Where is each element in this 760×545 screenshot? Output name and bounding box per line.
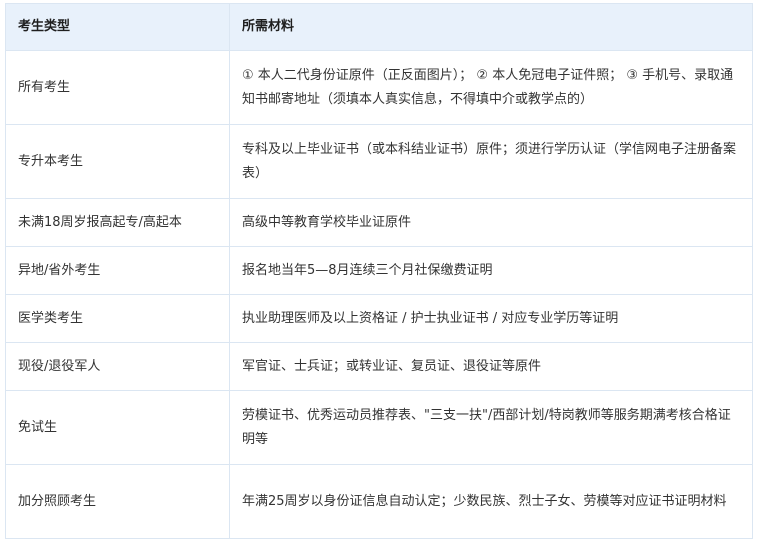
materials-table: 考生类型 所需材料 所有考生 ① 本人二代身份证原件（正反面图片）； ② 本人免… bbox=[5, 3, 753, 539]
candidate-type-cell: 所有考生 bbox=[5, 50, 230, 125]
candidate-type-cell: 专升本考生 bbox=[5, 124, 230, 199]
candidate-type-cell: 现役/退役军人 bbox=[5, 342, 230, 391]
materials-cell: 军官证、士兵证；或转业证、复员证、退役证等原件 bbox=[229, 342, 753, 391]
candidate-type-cell: 医学类考生 bbox=[5, 294, 230, 343]
header-required-materials: 所需材料 bbox=[229, 3, 753, 51]
materials-cell: 执业助理医师及以上资格证 / 护士执业证书 / 对应专业学历等证明 bbox=[229, 294, 753, 343]
materials-cell: ① 本人二代身份证原件（正反面图片）； ② 本人免冠电子证件照； ③ 手机号、录… bbox=[229, 50, 753, 125]
header-candidate-type: 考生类型 bbox=[5, 3, 230, 51]
materials-table-container: 考生类型 所需材料 所有考生 ① 本人二代身份证原件（正反面图片）； ② 本人免… bbox=[5, 3, 753, 539]
materials-cell: 高级中等教育学校毕业证原件 bbox=[229, 198, 753, 247]
table-row: 所有考生 ① 本人二代身份证原件（正反面图片）； ② 本人免冠电子证件照； ③ … bbox=[5, 50, 753, 125]
candidate-type-cell: 异地/省外考生 bbox=[5, 246, 230, 295]
materials-cell: 年满25周岁以身份证信息自动认定；少数民族、烈士子女、劳模等对应证书证明材料 bbox=[229, 464, 753, 539]
candidate-type-cell: 未满18周岁报高起专/高起本 bbox=[5, 198, 230, 247]
table-row: 现役/退役军人 军官证、士兵证；或转业证、复员证、退役证等原件 bbox=[5, 342, 753, 391]
table-row: 专升本考生 专科及以上毕业证书（或本科结业证书）原件；须进行学历认证（学信网电子… bbox=[5, 124, 753, 199]
table-row: 医学类考生 执业助理医师及以上资格证 / 护士执业证书 / 对应专业学历等证明 bbox=[5, 294, 753, 343]
table-header-row: 考生类型 所需材料 bbox=[5, 3, 753, 51]
table-row: 异地/省外考生 报名地当年5—8月连续三个月社保缴费证明 bbox=[5, 246, 753, 295]
candidate-type-cell: 加分照顾考生 bbox=[5, 464, 230, 539]
candidate-type-cell: 免试生 bbox=[5, 390, 230, 465]
table-row: 免试生 劳模证书、优秀运动员推荐表、"三支一扶"/西部计划/特岗教师等服务期满考… bbox=[5, 390, 753, 465]
materials-cell: 专科及以上毕业证书（或本科结业证书）原件；须进行学历认证（学信网电子注册备案表） bbox=[229, 124, 753, 199]
table-row: 未满18周岁报高起专/高起本 高级中等教育学校毕业证原件 bbox=[5, 198, 753, 247]
materials-cell: 劳模证书、优秀运动员推荐表、"三支一扶"/西部计划/特岗教师等服务期满考核合格证… bbox=[229, 390, 753, 465]
table-row: 加分照顾考生 年满25周岁以身份证信息自动认定；少数民族、烈士子女、劳模等对应证… bbox=[5, 464, 753, 539]
materials-cell: 报名地当年5—8月连续三个月社保缴费证明 bbox=[229, 246, 753, 295]
